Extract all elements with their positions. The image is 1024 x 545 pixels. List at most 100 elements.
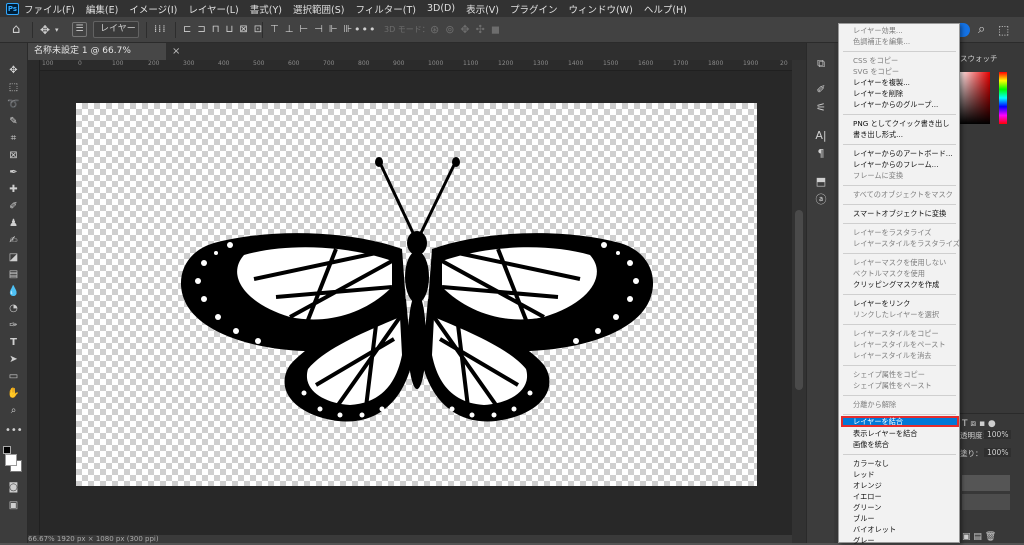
workspace-icon[interactable]: ⬚ [998,17,1009,43]
menu-artboard-from-layers[interactable]: レイヤーからのアートボード... [853,149,953,158]
hue-slider[interactable] [999,72,1007,124]
zoom-tool-icon[interactable]: ⌕ [5,404,22,417]
menu-export-as[interactable]: 書き出し形式... [853,130,903,139]
move-tool-icon[interactable]: ✥ [40,17,50,43]
screen-mode-icon[interactable]: ▣ [5,499,22,512]
close-icon[interactable]: × [172,43,180,60]
brush-settings-icon[interactable]: ✐ [813,83,829,97]
gradient-tool-icon[interactable]: ▤ [5,268,22,281]
menu-help[interactable]: ヘルプ(H) [644,2,687,16]
menu-filter[interactable]: フィルター(T) [355,2,416,16]
menu-window[interactable]: ウィンドウ(W) [569,2,633,16]
character-icon[interactable]: A| [813,129,829,143]
menu-color-blue[interactable]: ブルー [853,514,875,523]
more-options-icon[interactable]: ••• [354,17,376,43]
chevron-down-icon[interactable]: ▾ [55,17,59,43]
menu-merge-visible[interactable]: 表示レイヤーを結合 [853,429,917,438]
menu-merge-layers[interactable]: レイヤーを結合 [853,417,903,426]
brush-tool-icon[interactable]: ✐ [5,200,22,213]
glyphs-icon[interactable]: ⓐ [813,193,829,207]
layer-tools-icons[interactable]: T ⧈ ▪ ● [962,419,996,429]
fill-field[interactable]: 100% [984,448,1012,457]
menu-3d[interactable]: 3D(D) [427,3,455,14]
ruler-label: 600 [288,60,300,67]
dodge-tool-icon[interactable]: ◔ [5,302,22,315]
marquee-tool-icon[interactable]: ⬚ [5,81,22,94]
menu-delete-layer[interactable]: レイヤーを削除 [853,89,903,98]
menu-color-green[interactable]: グリーン [853,503,881,512]
menu-flatten-image[interactable]: 画像を統合 [853,440,889,449]
ruler-label: 900 [393,60,405,67]
horizontal-ruler[interactable]: 100 0 100 200 300 400 500 600 700 800 90… [40,60,792,71]
menu-create-clipping-mask[interactable]: クリッピングマスクを作成 [853,280,939,289]
default-colors-icon[interactable] [3,446,11,454]
swatch-tab[interactable]: スウォッチ [960,53,998,64]
lasso-tool-icon[interactable]: ➰ [5,98,22,111]
quick-mask-icon[interactable]: ◙ [5,481,22,494]
healing-brush-tool-icon[interactable]: ✚ [5,183,22,196]
layer-target-select[interactable]: レイヤー ⌄ [93,21,139,49]
menu-layer[interactable]: レイヤー(L) [188,2,238,16]
frame-tool-icon[interactable]: ⊠ [5,149,22,162]
menu-color-yellow[interactable]: イエロー [853,492,882,501]
eyedropper-tool-icon[interactable]: ✒ [5,166,22,179]
menu-file[interactable]: ファイル(F) [24,2,75,16]
document-canvas[interactable] [76,103,757,486]
menu-image[interactable]: イメージ(I) [129,2,177,16]
layer-footer-icons[interactable]: ▣ ▤ 🗑 [962,532,996,542]
history-brush-tool-icon[interactable]: ✍ [5,234,22,247]
foreground-color-swatch[interactable] [5,454,17,466]
path-select-tool-icon[interactable]: ➤ [5,353,22,366]
menu-convert-smart-object[interactable]: スマートオブジェクトに変換 [853,209,946,218]
properties-icon[interactable]: ⚟ [813,101,829,115]
clone-stamp-tool-icon[interactable]: ♟ [5,217,22,230]
transform-controls-icon[interactable]: ⁞⁞⁞ [154,17,167,43]
paragraph-icon[interactable]: ¶ [813,147,829,161]
menu-view[interactable]: 表示(V) [466,2,499,16]
blur-tool-icon[interactable]: 💧 [5,285,22,298]
document-tab[interactable]: 名称未設定 1 @ 66.7% (RGB/8) * [28,43,166,73]
menu-frame-from-layers[interactable]: レイヤーからのフレーム... [853,160,939,169]
eraser-tool-icon[interactable]: ◪ [5,251,22,264]
vertical-ruler[interactable] [28,60,40,543]
search-icon[interactable]: ⌕ [978,17,985,43]
auto-select-icon[interactable]: ☰ [72,22,87,37]
menu-color-none[interactable]: カラーなし [853,459,889,468]
menu-group-from-layers[interactable]: レイヤーからのグループ... [853,100,938,109]
menu-color-red[interactable]: レッド [853,470,875,479]
align-icons[interactable]: ⊏⊐⊓⊔⊠⊡ [183,17,268,43]
menu-color-violet[interactable]: バイオレット [853,525,896,534]
3d-tool-icons[interactable]: ⊛⊚✥✣◼ [430,17,506,43]
color-picker-field[interactable] [958,72,990,124]
crop-tool-icon[interactable]: ⌗ [5,132,22,145]
type-tool-icon[interactable]: T [5,336,22,349]
opacity-field[interactable]: 100% [984,430,1012,439]
ruler-label: 1200 [498,60,514,67]
menu-color-gray[interactable]: グレー [853,536,875,545]
menu-duplicate-layer[interactable]: レイヤーを複製... [853,78,910,87]
layer-row[interactable] [962,475,1010,491]
home-icon[interactable]: ⌂ [12,17,20,43]
history-icon[interactable]: ⧉ [813,57,829,71]
menu-plugins[interactable]: プラグイン [510,2,558,16]
menu-color-orange[interactable]: オレンジ [853,481,882,490]
menu-edit[interactable]: 編集(E) [86,2,118,16]
layer-row[interactable] [962,494,1010,510]
hand-tool-icon[interactable]: ✋ [5,387,22,400]
edit-toolbar-icon[interactable]: ••• [5,424,23,437]
menu-type[interactable]: 書式(Y) [250,2,282,16]
ruler-label: 100 [112,60,124,67]
quick-select-tool-icon[interactable]: ✎ [5,115,22,128]
menu-quick-export-png[interactable]: PNG としてクイック書き出し [853,119,949,128]
libraries-icon[interactable]: ⬒ [813,175,829,189]
scrollbar-thumb[interactable] [795,210,803,390]
distribute-icons[interactable]: ⊤⊥⊢⊣⊩⊪ [270,17,358,43]
menu-copy-style: レイヤースタイルをコピー [853,329,939,338]
menu-select[interactable]: 選択範囲(S) [293,2,344,16]
ruler-label: 0 [78,60,82,67]
rectangle-tool-icon[interactable]: ▭ [5,370,22,383]
move-tool-icon[interactable]: ✥ [5,64,22,77]
menu-layer-effects: レイヤー効果... [853,26,903,35]
menu-link-layers[interactable]: レイヤーをリンク [853,299,910,308]
pen-tool-icon[interactable]: ✑ [5,319,22,332]
